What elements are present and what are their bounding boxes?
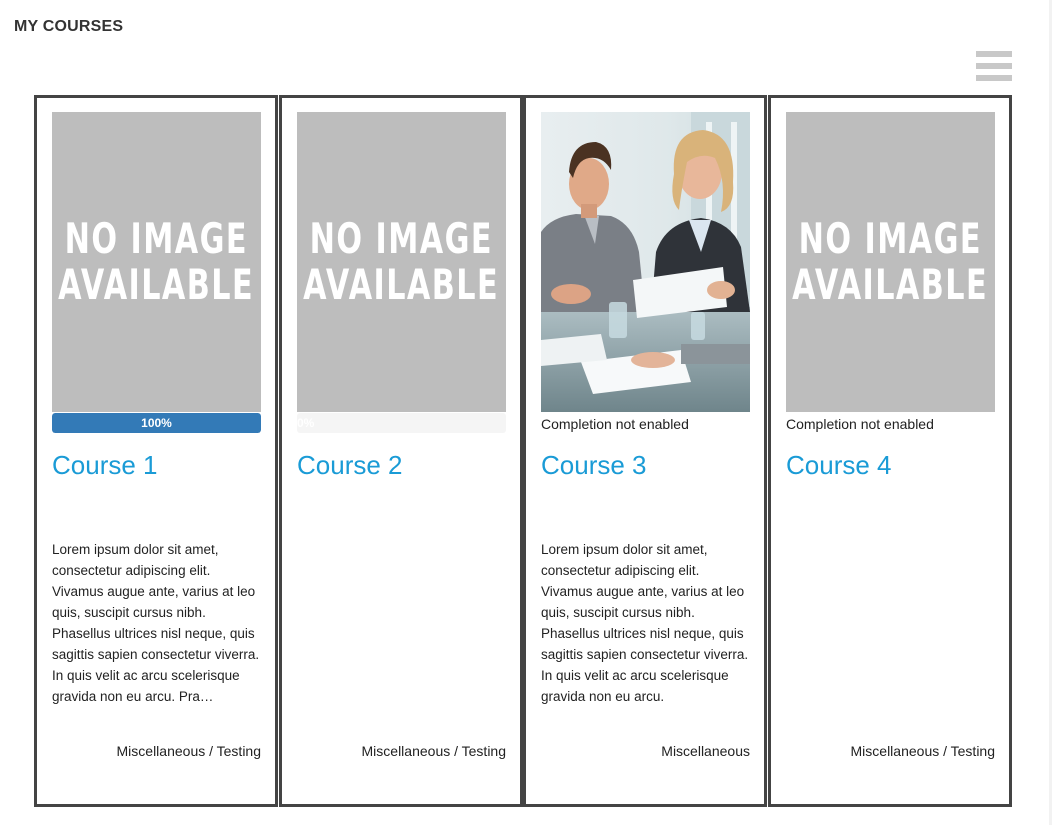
hamburger-icon[interactable] (976, 51, 1012, 81)
menu-bar (976, 63, 1012, 69)
course-grid: NO IMAGE AVAILABLE 100% Course 1 Lorem i… (34, 95, 1012, 807)
no-image-text-line2: AVAILABLE (58, 260, 255, 309)
course-image[interactable]: NO IMAGE AVAILABLE (52, 112, 261, 412)
no-image-placeholder: NO IMAGE AVAILABLE (786, 112, 995, 412)
course-card: NO IMAGE AVAILABLE 100% Course 1 Lorem i… (34, 95, 278, 807)
course-card: Completion not enabled Course 3 Lorem ip… (523, 95, 767, 807)
course-card: NO IMAGE AVAILABLE Completion not enable… (768, 95, 1012, 807)
business-meeting-photo (541, 112, 750, 412)
no-image-placeholder: NO IMAGE AVAILABLE (297, 112, 506, 412)
course-title-link[interactable]: Course 2 (297, 450, 403, 481)
completion-status: Completion not enabled (786, 416, 934, 432)
no-image-placeholder: NO IMAGE AVAILABLE (52, 112, 261, 412)
course-image[interactable]: NO IMAGE AVAILABLE (297, 112, 506, 412)
course-image[interactable] (541, 112, 750, 412)
course-image[interactable]: NO IMAGE AVAILABLE (786, 112, 995, 412)
course-category: Miscellaneous (661, 743, 750, 759)
progress-label: 0% (297, 416, 315, 430)
course-title-link[interactable]: Course 4 (786, 450, 892, 481)
progress-bar: 0% (297, 413, 506, 433)
menu-bar (976, 51, 1012, 57)
no-image-text-line1: NO IMAGE (798, 214, 983, 263)
menu-bar (976, 75, 1012, 81)
course-card: NO IMAGE AVAILABLE 0% Course 2 Miscellan… (279, 95, 523, 807)
page-title: MY COURSES (14, 18, 124, 35)
course-title-link[interactable]: Course 1 (52, 450, 158, 481)
completion-status: Completion not enabled (541, 416, 689, 432)
no-image-text-line1: NO IMAGE (309, 214, 494, 263)
no-image-text-line2: AVAILABLE (303, 260, 500, 309)
progress-label: 100% (141, 416, 172, 430)
no-image-text-line2: AVAILABLE (792, 260, 989, 309)
course-category: Miscellaneous / Testing (850, 743, 995, 759)
course-category: Miscellaneous / Testing (361, 743, 506, 759)
course-category: Miscellaneous / Testing (116, 743, 261, 759)
course-summary: Lorem ipsum dolor sit amet, consectetur … (52, 542, 260, 704)
course-summary: Lorem ipsum dolor sit amet, consectetur … (541, 542, 749, 704)
no-image-text-line1: NO IMAGE (64, 214, 249, 263)
progress-bar: 100% (52, 413, 261, 433)
course-title-link[interactable]: Course 3 (541, 450, 647, 481)
